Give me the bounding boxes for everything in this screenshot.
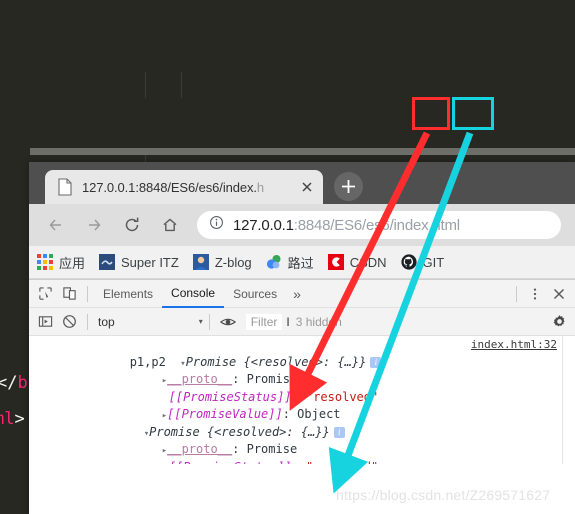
superitz-icon xyxy=(99,254,116,270)
divider xyxy=(87,313,88,330)
annotation-box-p1 xyxy=(412,97,450,130)
property-key: [[PromiseStatus]] xyxy=(169,460,292,465)
bookmark-label: 应用 xyxy=(59,255,86,271)
property-string-value: "resolved" xyxy=(305,389,379,404)
screenshot-root: Promise.all([ p1,p2 ]).then((arr) =>{ co… xyxy=(0,0,575,514)
property-key: [[PromiseStatus]] xyxy=(168,389,292,404)
property-key: __proto__ xyxy=(167,442,233,456)
zblog-avatar-icon xyxy=(192,254,209,270)
tab-console[interactable]: Console xyxy=(162,280,225,308)
arrow-left-icon[interactable] xyxy=(41,210,71,240)
chrome-browser-window: 127.0.0.1:8848/ES6/es6/index.h 127.0.0.1… xyxy=(29,162,575,514)
console-output[interactable]: p1,p2 ▾Promise {<resolved>: {…}} i index.… xyxy=(29,336,575,464)
context-selector[interactable]: top ▾ xyxy=(98,315,203,329)
code-fragment-line1: </b xyxy=(0,373,28,393)
bookmarks-bar: 应用 Super ITZ Z-blog 路过 CSDN GIT xyxy=(29,246,575,279)
tab-sources[interactable]: Sources xyxy=(224,281,286,307)
arrow-right-icon[interactable] xyxy=(79,210,109,240)
code-line xyxy=(0,72,182,98)
apps-grid-icon xyxy=(37,254,53,270)
bookmark-label: CSDN xyxy=(349,254,387,270)
property-value: : Promise xyxy=(232,372,298,386)
bookmark-luguo[interactable]: 路过 xyxy=(266,253,314,272)
info-badge[interactable]: i xyxy=(333,426,345,438)
info-badge[interactable]: i xyxy=(370,356,382,368)
new-tab-button[interactable] xyxy=(334,172,363,201)
csdn-icon xyxy=(327,254,344,270)
property-key: __proto__ xyxy=(167,372,233,386)
devtools-panel: Elements Console Sources » top ▾ Filter … xyxy=(29,279,575,466)
console-message-header[interactable]: ▾Promise {<resolved>: {…}} i xyxy=(29,406,575,439)
close-devtools-icon[interactable] xyxy=(547,283,571,305)
property-value: : Promise xyxy=(232,442,298,456)
bookmark-label: GIT xyxy=(422,254,445,270)
annotation-box-p2 xyxy=(452,97,494,130)
source-link[interactable]: index.html:32 xyxy=(471,336,557,354)
chevron-down-icon: ▾ xyxy=(198,317,203,326)
watermark: https://blog.csdn.net/Z269571627 xyxy=(336,487,551,503)
tab-title: 127.0.0.1:8848/ES6/es6/index.h xyxy=(82,179,265,195)
bookmark-github[interactable]: GIT xyxy=(400,254,445,270)
inspect-element-icon[interactable] xyxy=(33,283,57,305)
more-tabs-icon[interactable]: » xyxy=(286,286,308,302)
clear-console-icon[interactable] xyxy=(57,311,81,333)
property-value: : xyxy=(292,460,306,465)
document-icon xyxy=(57,178,73,196)
bookmark-label: Super ITZ xyxy=(121,254,179,270)
devtools-tabbar: Elements Console Sources » xyxy=(29,280,575,308)
bookmark-label: 路过 xyxy=(287,255,314,271)
bookmark-super-itz[interactable]: Super ITZ xyxy=(99,254,179,270)
property-string-value: "resolved" xyxy=(306,460,378,465)
info-circle-icon[interactable] xyxy=(209,215,224,235)
console-filter-bar: top ▾ Filter I 3 hidden xyxy=(29,308,575,336)
console-log-label: p1,p2 xyxy=(129,354,166,369)
bookmark-csdn[interactable]: CSDN xyxy=(327,254,387,270)
bookmark-label: Z-blog xyxy=(214,254,252,270)
console-sidebar-icon[interactable] xyxy=(33,311,57,333)
bookmark-apps[interactable]: 应用 xyxy=(37,253,85,272)
console-message[interactable]: p1,p2 ▾Promise {<resolved>: {…}} i index.… xyxy=(29,336,575,421)
tab-elements[interactable]: Elements xyxy=(94,281,162,307)
live-expression-icon[interactable] xyxy=(216,311,240,333)
divider xyxy=(516,285,517,302)
divider xyxy=(87,285,88,302)
log-level-selector[interactable]: I xyxy=(286,315,289,329)
browser-tab[interactable]: 127.0.0.1:8848/ES6/es6/index.h xyxy=(45,170,323,204)
console-object-preview: Promise {<resolved>: {…}} xyxy=(149,424,330,439)
github-icon xyxy=(400,254,417,270)
device-toolbar-icon[interactable] xyxy=(57,283,81,305)
gear-icon[interactable] xyxy=(547,311,571,333)
close-icon[interactable] xyxy=(299,179,315,195)
reload-icon[interactable] xyxy=(117,210,147,240)
code-fragment-line2: ml> xyxy=(0,409,25,429)
console-message[interactable]: ▾Promise {<resolved>: {…}} i ▸__proto__: … xyxy=(29,406,575,465)
property-value: : xyxy=(291,389,306,404)
divider xyxy=(208,313,210,330)
bookmark-z-blog[interactable]: Z-blog xyxy=(192,254,252,270)
console-message-header[interactable]: p1,p2 ▾Promise {<resolved>: {…}} i index.… xyxy=(29,336,575,369)
address-bar[interactable]: 127.0.0.1:8848/ES6/es6/index.html xyxy=(197,211,561,239)
navigation-toolbar: 127.0.0.1:8848/ES6/es6/index.html xyxy=(29,204,575,246)
editor-horizontal-scrollbar[interactable] xyxy=(30,148,575,155)
hidden-messages-count[interactable]: 3 hidden xyxy=(296,315,342,329)
tab-strip: 127.0.0.1:8848/ES6/es6/index.h xyxy=(29,162,575,204)
console-object-preview: Promise {<resolved>: {…}} xyxy=(185,354,367,369)
address-bar-url: 127.0.0.1:8848/ES6/es6/index.html xyxy=(233,216,460,234)
luguo-icon xyxy=(266,254,282,270)
context-label: top xyxy=(98,314,115,329)
home-icon[interactable] xyxy=(155,210,185,240)
filter-input[interactable]: Filter xyxy=(245,313,283,330)
kebab-menu-icon[interactable] xyxy=(523,283,547,305)
